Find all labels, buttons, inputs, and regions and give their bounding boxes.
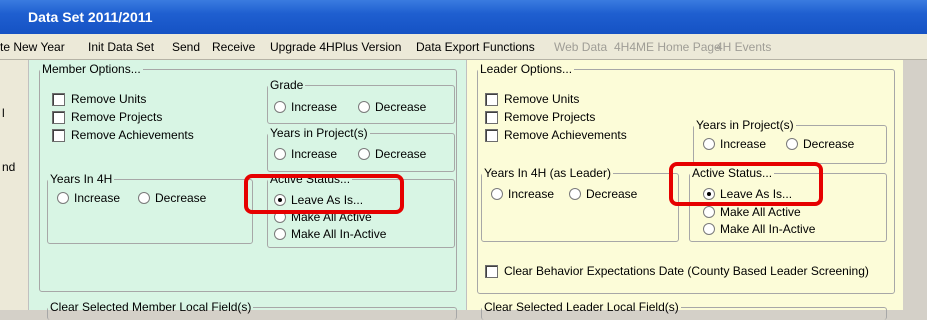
- menu-item-4h-events[interactable]: 4H Events: [716, 34, 771, 60]
- group-title: Clear Selected Member Local Field(s): [50, 300, 252, 314]
- radio-label: Decrease: [375, 147, 427, 161]
- member-local-fields-group: Clear Selected Member Local Field(s): [47, 300, 457, 320]
- radio-label: Decrease: [155, 191, 207, 205]
- left-strip-label: nd: [2, 160, 16, 174]
- group-title: Years In 4H: [50, 172, 113, 186]
- radio-label: Decrease: [586, 187, 638, 201]
- radio-label: Increase: [291, 100, 338, 114]
- checkbox-label: Remove Units: [71, 92, 147, 106]
- member-remove-units-checkbox[interactable]: [52, 93, 65, 106]
- leader-years-4h-increase-radio[interactable]: [491, 188, 503, 200]
- member-years-project-decrease-radio[interactable]: [358, 148, 370, 160]
- left-strip-label: l: [2, 106, 5, 120]
- radio-label: Make All In-Active: [720, 222, 816, 236]
- member-years-in-4h-group: Years In 4H: [47, 172, 253, 244]
- member-options-panel: Member Options... Remove Units Remove Pr…: [28, 60, 466, 320]
- checkbox-label: Remove Achievements: [71, 128, 194, 142]
- radio-label: Increase: [291, 147, 338, 161]
- leader-years-4h-decrease-radio[interactable]: [569, 188, 581, 200]
- leader-active-status-highlight: [669, 162, 823, 206]
- radio-label: Decrease: [803, 137, 855, 151]
- member-grade-increase-radio[interactable]: [274, 101, 286, 113]
- menu-item-init-data-set[interactable]: Init Data Set: [88, 34, 154, 60]
- member-make-all-inactive-radio[interactable]: [274, 228, 286, 240]
- member-grade-decrease-radio[interactable]: [358, 101, 370, 113]
- menu-item-data-export[interactable]: Data Export Functions: [416, 34, 535, 60]
- leader-remove-achievements-checkbox[interactable]: [485, 129, 498, 142]
- checkbox-label: Clear Behavior Expectations Date (County…: [504, 264, 869, 278]
- leader-make-all-active-radio[interactable]: [703, 206, 715, 218]
- leader-make-all-inactive-radio[interactable]: [703, 223, 715, 235]
- checkbox-label: Remove Units: [504, 92, 580, 106]
- member-years-project-increase-radio[interactable]: [274, 148, 286, 160]
- group-title: Years in Project(s): [270, 126, 368, 140]
- menu-bar: te New Year Init Data Set Send Receive U…: [0, 34, 927, 60]
- menu-item-create-new-year[interactable]: te New Year: [0, 34, 65, 60]
- menu-item-send[interactable]: Send: [172, 34, 200, 60]
- radio-label: Increase: [508, 187, 555, 201]
- checkbox-label: Remove Achievements: [504, 128, 627, 142]
- member-years-4h-decrease-radio[interactable]: [138, 192, 150, 204]
- checkbox-label: Remove Projects: [504, 110, 596, 124]
- group-title: Years in Project(s): [696, 118, 794, 132]
- checkbox-label: Remove Projects: [71, 110, 163, 124]
- group-title: Clear Selected Leader Local Field(s): [484, 300, 679, 314]
- leader-years-in-4h-group: Years In 4H (as Leader): [481, 166, 679, 242]
- member-years-4h-increase-radio[interactable]: [57, 192, 69, 204]
- right-strip: [903, 60, 927, 310]
- member-remove-projects-checkbox[interactable]: [52, 111, 65, 124]
- radio-label: Make All Active: [720, 205, 801, 219]
- menu-item-web-data[interactable]: Web Data: [554, 34, 607, 60]
- radio-label: Increase: [720, 137, 767, 151]
- window-title: Data Set 2011/2011: [28, 9, 153, 25]
- group-title: Years In 4H (as Leader): [484, 166, 611, 180]
- leader-local-fields-group: Clear Selected Leader Local Field(s): [481, 300, 887, 320]
- window-title-bar: Data Set 2011/2011: [0, 0, 927, 34]
- leader-remove-projects-checkbox[interactable]: [485, 111, 498, 124]
- radio-label: Decrease: [375, 100, 427, 114]
- radio-label: Make All In-Active: [291, 227, 387, 241]
- leader-years-project-decrease-radio[interactable]: [786, 138, 798, 150]
- leader-years-project-increase-radio[interactable]: [703, 138, 715, 150]
- menu-item-4h4me-home[interactable]: 4H4ME Home Page: [614, 34, 721, 60]
- member-remove-achievements-checkbox[interactable]: [52, 129, 65, 142]
- member-active-status-highlight: [244, 174, 404, 214]
- menu-item-receive[interactable]: Receive: [212, 34, 255, 60]
- leader-remove-units-checkbox[interactable]: [485, 93, 498, 106]
- leader-options-panel: Leader Options... Remove Units Remove Pr…: [466, 60, 903, 320]
- member-options-title: Member Options...: [42, 62, 141, 76]
- leader-clear-behavior-checkbox[interactable]: [485, 265, 498, 278]
- leader-options-title: Leader Options...: [480, 62, 573, 76]
- group-title: Grade: [270, 78, 304, 92]
- left-strip: l nd: [0, 60, 28, 310]
- radio-label: Increase: [74, 191, 121, 205]
- menu-item-upgrade[interactable]: Upgrade 4HPlus Version: [270, 34, 401, 60]
